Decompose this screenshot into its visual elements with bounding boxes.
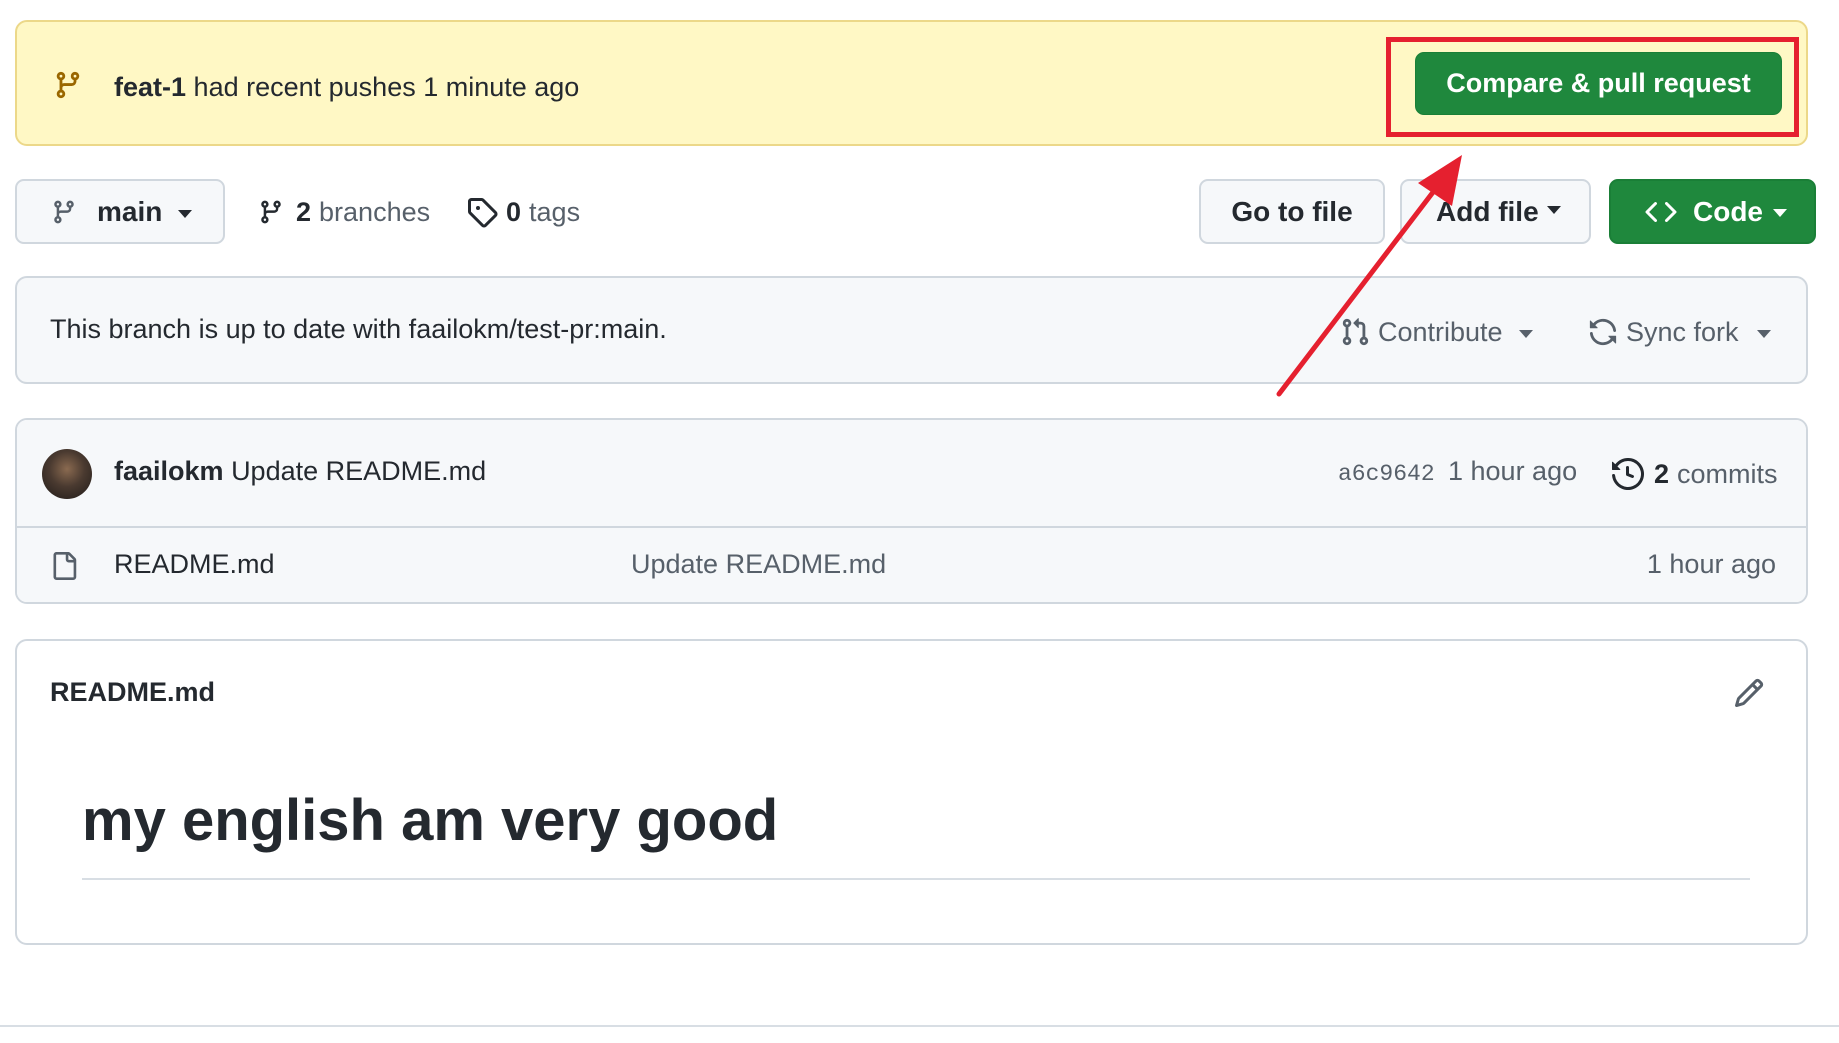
chevron-down-icon — [1756, 330, 1771, 338]
sync-fork-dropdown[interactable]: Sync fork — [1588, 312, 1771, 352]
commits-history-link[interactable]: 2 commits — [1612, 454, 1778, 494]
fork-status-box: This branch is up to date with faailokm/… — [15, 276, 1808, 384]
file-commit-time: 1 hour ago — [1646, 549, 1776, 579]
add-file-label: Add file — [1436, 195, 1539, 227]
file-row[interactable]: README.md Update README.md 1 hour ago — [17, 528, 1806, 602]
sync-icon — [1588, 317, 1618, 347]
file-commit-message[interactable]: Update README.md — [631, 549, 886, 580]
sync-fork-label: Sync fork — [1626, 316, 1739, 347]
chevron-down-icon — [1518, 330, 1533, 338]
code-label: Code — [1693, 195, 1763, 227]
readme-heading: my english am very good — [82, 788, 779, 853]
branch-select-label: main — [97, 195, 163, 227]
avatar[interactable] — [42, 449, 92, 499]
recent-push-message: feat-1 had recent pushes 1 minute ago — [114, 72, 579, 103]
commit-time: 1 hour ago — [1448, 456, 1578, 486]
commit-sha[interactable]: a6c9642 — [1338, 461, 1435, 487]
add-file-button[interactable]: Add file — [1400, 179, 1591, 244]
chevron-down-icon — [178, 209, 193, 218]
code-icon — [1645, 196, 1677, 228]
branches-label: branches — [319, 196, 431, 227]
readme-box: README.md my english am very good — [15, 639, 1808, 945]
file-list-box: faailokm Update README.md a6c9642 1 hour… — [15, 418, 1808, 604]
chevron-down-icon — [1773, 208, 1787, 217]
readme-filename[interactable]: README.md — [50, 677, 215, 708]
git-branch-icon — [53, 68, 83, 102]
tags-count: 0 — [506, 196, 522, 227]
pencil-icon[interactable] — [1733, 677, 1765, 709]
git-branch-icon — [258, 197, 284, 227]
history-icon — [1612, 458, 1644, 490]
branches-link[interactable]: 2 branches — [258, 192, 430, 232]
code-button[interactable]: Code — [1609, 179, 1816, 244]
commit-message[interactable]: Update README.md — [231, 456, 486, 486]
contribute-label: Contribute — [1378, 316, 1503, 347]
latest-commit-summary: faailokm Update README.md — [114, 456, 486, 487]
heading-divider — [82, 878, 1750, 880]
chevron-down-icon — [1546, 205, 1561, 214]
commits-count: 2 — [1654, 458, 1670, 489]
tags-link[interactable]: 0 tags — [466, 192, 580, 232]
tags-label: tags — [529, 196, 581, 227]
go-to-file-label: Go to file — [1231, 195, 1353, 227]
file-name[interactable]: README.md — [114, 549, 275, 580]
annotation-highlight-box — [1386, 37, 1799, 137]
tag-icon — [466, 196, 498, 228]
fork-status-text: This branch is up to date with faailokm/… — [50, 314, 667, 344]
git-pull-request-icon — [1340, 317, 1370, 347]
git-branch-icon — [51, 197, 77, 227]
latest-commit-row: faailokm Update README.md a6c9642 1 hour… — [17, 420, 1806, 528]
file-icon — [50, 549, 78, 583]
contribute-dropdown[interactable]: Contribute — [1340, 312, 1533, 352]
push-status-text: had recent pushes 1 minute ago — [193, 72, 580, 102]
commits-label: commits — [1677, 458, 1778, 489]
commit-author[interactable]: faailokm — [114, 456, 224, 486]
go-to-file-button[interactable]: Go to file — [1199, 179, 1385, 244]
branch-select-button[interactable]: main — [15, 179, 225, 244]
pushed-branch-name[interactable]: feat-1 — [114, 72, 186, 102]
page-bottom-divider — [0, 1025, 1839, 1027]
branches-count: 2 — [296, 196, 312, 227]
